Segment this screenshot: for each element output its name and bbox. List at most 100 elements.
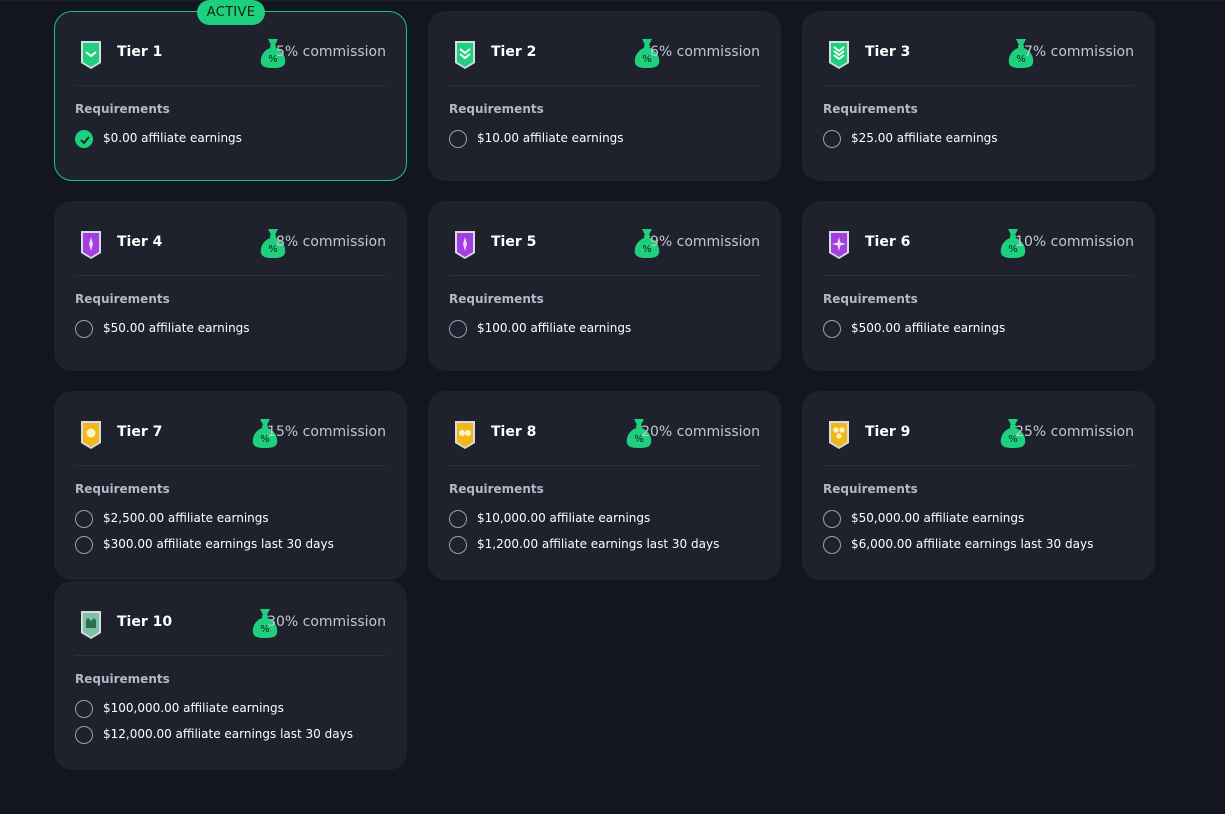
tier-grid: ACTIVE Tier 1 % 5% commission Requiremen… [54,0,1155,770]
gold-star-shield-icon [79,419,103,451]
requirement-item: $50,000.00 affiliate earnings [823,510,1144,536]
tier-name: Tier 2 [491,44,537,60]
tier-header: Tier 5 % 9% commission [449,226,760,262]
commission-rate: 15% commission [267,424,386,440]
requirements-list: $50,000.00 affiliate earnings $6,000.00 … [823,510,1144,562]
empty-circle-icon [823,510,841,528]
commission-rate: 6% commission [649,44,760,60]
requirements-heading: Requirements [75,102,170,116]
requirement-text: $50.00 affiliate earnings [103,321,250,335]
tier-header: Tier 3 % 7% commission [823,36,1134,72]
requirement-item: $100.00 affiliate earnings [449,320,770,346]
double-chevron-shield-icon [453,39,477,71]
triple-chevron-shield-icon [827,39,851,71]
empty-circle-icon [449,130,467,148]
empty-circle-icon [449,320,467,338]
requirement-item: $50.00 affiliate earnings [75,320,396,346]
active-badge: ACTIVE [197,0,265,25]
commission-rate: 10% commission [1015,234,1134,250]
tier-name: Tier 1 [117,44,163,60]
divider [823,85,1134,86]
tier-card: Tier 10 % 30% commission Requirements $1… [54,581,407,770]
crown-shield-icon [79,609,103,641]
requirement-item: $100,000.00 affiliate earnings [75,700,396,726]
requirement-text: $50,000.00 affiliate earnings [851,511,1025,525]
commission-rate: 5% commission [275,44,386,60]
requirements-list: $25.00 affiliate earnings [823,130,1144,156]
empty-circle-icon [75,700,93,718]
requirements-heading: Requirements [823,102,918,116]
tier-name: Tier 4 [117,234,163,250]
gold-three-star-shield-icon [827,419,851,451]
requirements-heading: Requirements [75,482,170,496]
requirement-text: $6,000.00 affiliate earnings last 30 day… [851,537,1094,551]
requirement-text: $10.00 affiliate earnings [477,131,624,145]
requirement-text: $1,200.00 affiliate earnings last 30 day… [477,537,720,551]
commission-rate: 8% commission [275,234,386,250]
requirements-list: $100,000.00 affiliate earnings $12,000.0… [75,700,396,752]
tier-header: Tier 1 % 5% commission [75,36,386,72]
divider [75,85,386,86]
chevron-shield-icon [79,39,103,71]
divider [449,465,760,466]
tier-name: Tier 10 [117,614,173,630]
empty-circle-icon [449,536,467,554]
tier-card: Tier 2 % 6% commission Requirements $10.… [428,11,781,181]
requirements-list: $500.00 affiliate earnings [823,320,1144,346]
tier-card: Tier 4 % 8% commission Requirements $50.… [54,201,407,371]
requirement-text: $0.00 affiliate earnings [103,131,242,145]
empty-circle-icon [823,130,841,148]
tier-card: Tier 5 % 9% commission Requirements $100… [428,201,781,371]
requirements-list: $10.00 affiliate earnings [449,130,770,156]
tier-header: Tier 7 % 15% commission [75,416,386,452]
requirement-text: $10,000.00 affiliate earnings [477,511,651,525]
tier-card: ACTIVE Tier 1 % 5% commission Requiremen… [54,0,407,181]
empty-circle-icon [75,726,93,744]
requirements-list: $0.00 affiliate earnings [75,130,396,156]
tier-card: Tier 3 % 7% commission Requirements $25.… [802,11,1155,181]
tier-name: Tier 7 [117,424,163,440]
requirements-heading: Requirements [823,292,918,306]
requirement-text: $2,500.00 affiliate earnings [103,511,269,525]
requirements-list: $10,000.00 affiliate earnings $1,200.00 … [449,510,770,562]
gold-two-star-shield-icon [453,419,477,451]
requirement-item: $25.00 affiliate earnings [823,130,1144,156]
purple-shield-icon [79,229,103,261]
requirement-item: $1,200.00 affiliate earnings last 30 day… [449,536,770,562]
requirement-item: $2,500.00 affiliate earnings [75,510,396,536]
empty-circle-icon [75,320,93,338]
commission-rate: 9% commission [649,234,760,250]
empty-circle-icon [823,536,841,554]
requirements-heading: Requirements [823,482,918,496]
divider [75,465,386,466]
tier-name: Tier 6 [865,234,911,250]
requirement-item: $300.00 affiliate earnings last 30 days [75,536,396,562]
divider [75,655,386,656]
empty-circle-icon [449,510,467,528]
tier-header: Tier 9 % 25% commission [823,416,1134,452]
requirements-list: $50.00 affiliate earnings [75,320,396,346]
tier-name: Tier 9 [865,424,911,440]
requirement-item: $10.00 affiliate earnings [449,130,770,156]
commission-rate: 7% commission [1023,44,1134,60]
requirement-text: $100.00 affiliate earnings [477,321,632,335]
tier-name: Tier 5 [491,234,537,250]
empty-circle-icon [75,536,93,554]
requirements-heading: Requirements [75,292,170,306]
requirement-item: $12,000.00 affiliate earnings last 30 da… [75,726,396,752]
tier-card: Tier 6 % 10% commission Requirements $50… [802,201,1155,371]
empty-circle-icon [75,510,93,528]
top-divider [0,0,1225,1]
tier-header: Tier 8 % 20% commission [449,416,760,452]
tier-header: Tier 10 % 30% commission [75,606,386,642]
tier-header: Tier 4 % 8% commission [75,226,386,262]
requirements-heading: Requirements [449,292,544,306]
tier-card: Tier 9 % 25% commission Requirements $50… [802,391,1155,580]
requirement-text: $12,000.00 affiliate earnings last 30 da… [103,727,353,741]
check-circle-icon [75,130,93,148]
tier-name: Tier 3 [865,44,911,60]
tier-card: Tier 7 % 15% commission Requirements $2,… [54,391,407,580]
requirement-text: $100,000.00 affiliate earnings [103,701,284,715]
tier-header: Tier 6 % 10% commission [823,226,1134,262]
purple-shield-icon [453,229,477,261]
